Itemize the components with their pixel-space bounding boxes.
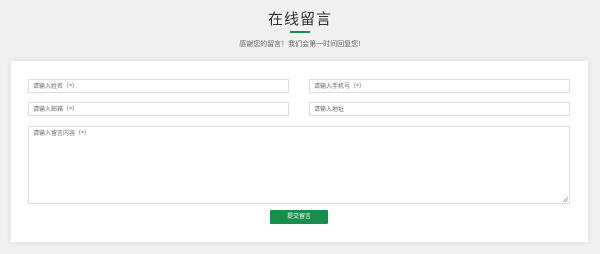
name-placeholder: 请输入姓名（*） [33,83,79,90]
page-title: 在线留言 [267,10,332,28]
email-field[interactable]: 请输入邮箱（*） [28,102,289,116]
message-form: 请输入姓名（*） 请输入手机号（*） 请输入邮箱（*） 请输入地址 请输入留言内… [11,61,588,242]
phone-placeholder: 请输入手机号（*） [314,83,366,90]
title-underline [290,31,310,33]
submit-button[interactable]: 提交留言 [270,210,328,224]
email-placeholder: 请输入邮箱（*） [33,106,79,113]
message-placeholder: 请输入留言内容（*） [33,130,91,137]
page-subtitle: 感谢您的留言！我们会第一时间回复您! [239,40,361,48]
page-header: 在线留言 感谢您的留言！我们会第一时间回复您! [0,0,600,58]
phone-field[interactable]: 请输入手机号（*） [309,79,570,93]
address-field[interactable]: 请输入地址 [309,102,570,116]
resize-handle-icon[interactable] [563,197,568,202]
name-field[interactable]: 请输入姓名（*） [28,79,289,93]
message-textarea[interactable]: 请输入留言内容（*） [28,126,570,204]
address-placeholder: 请输入地址 [314,106,345,113]
